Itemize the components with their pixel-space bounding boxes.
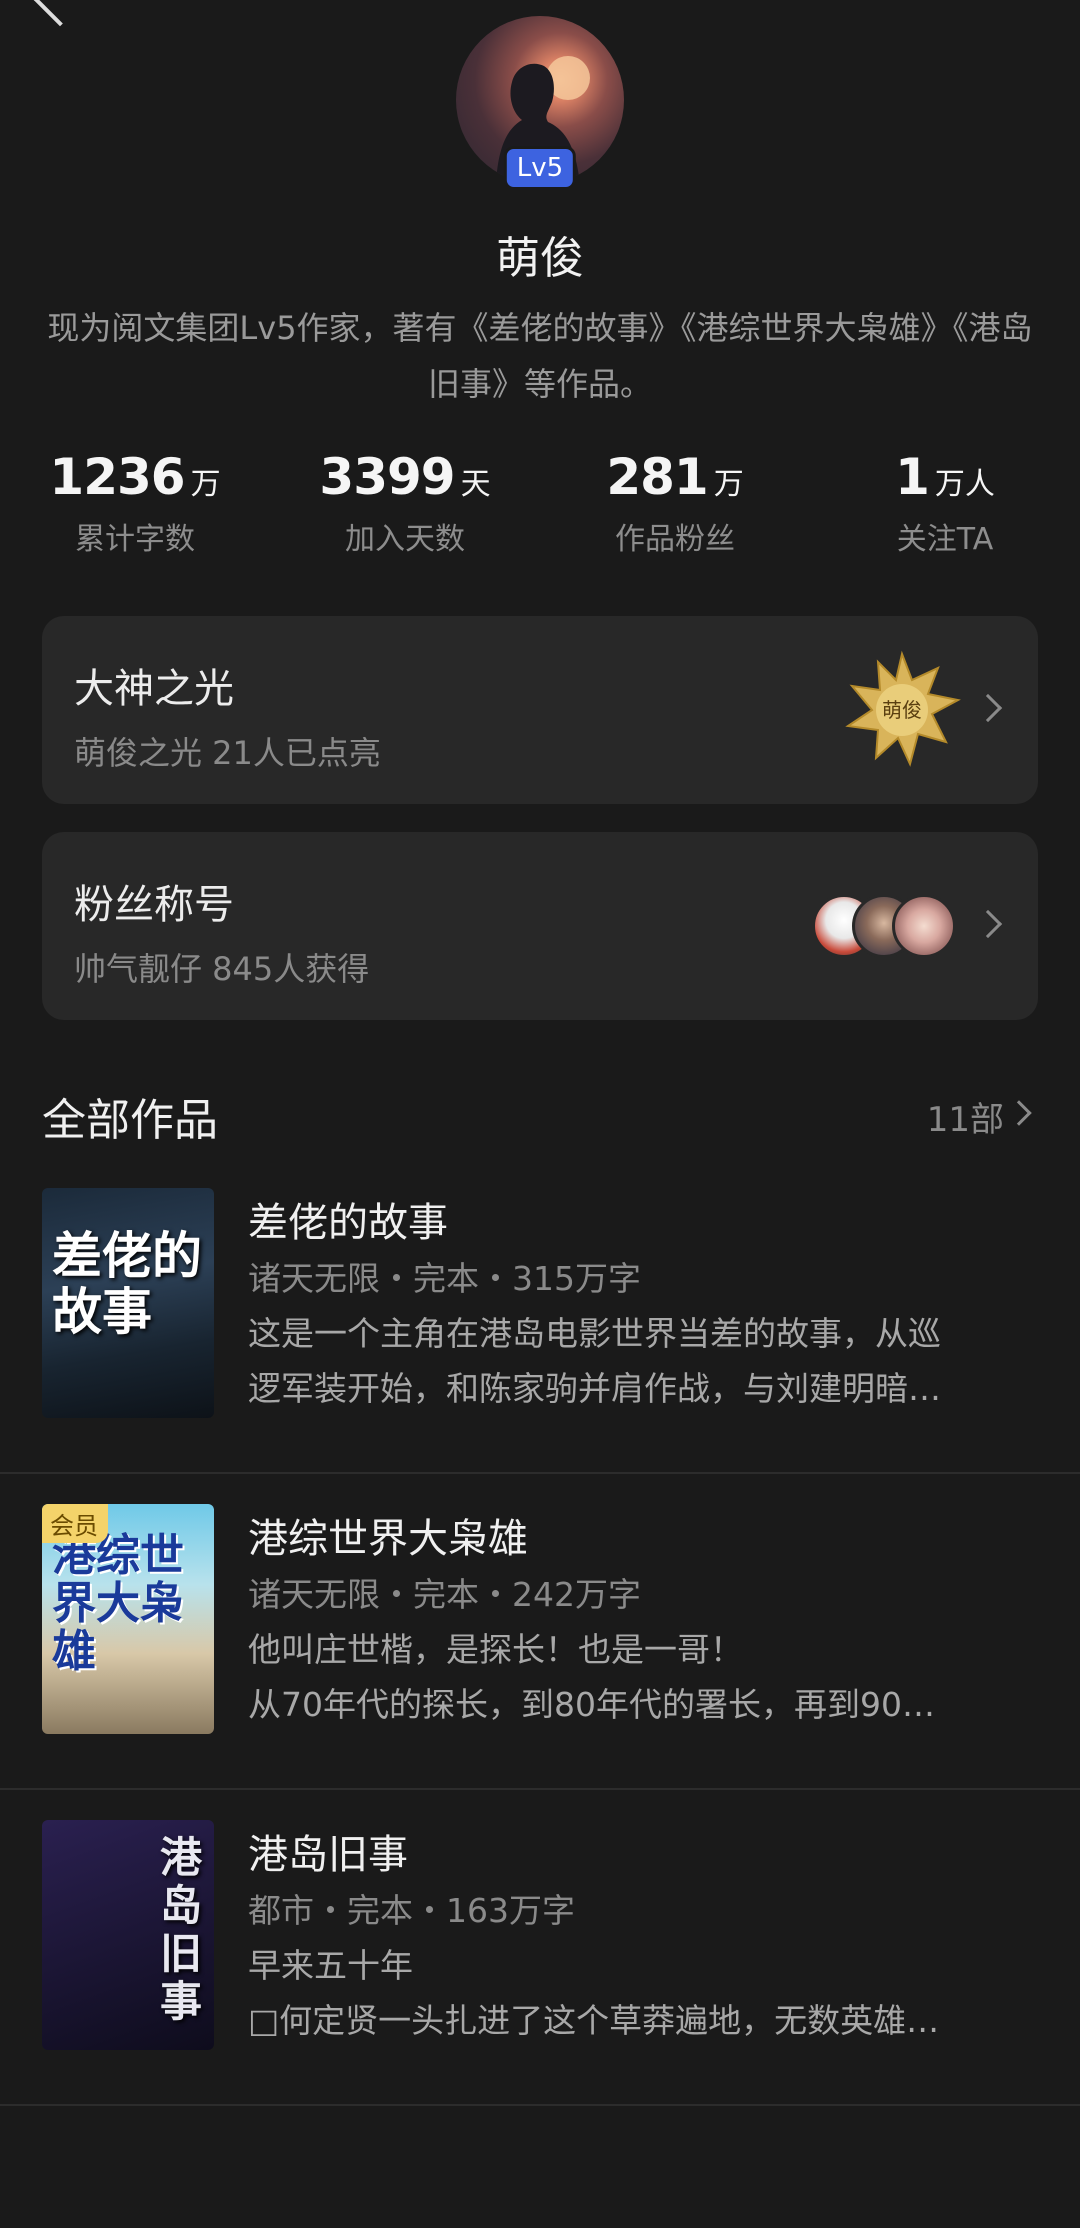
- book-cover[interactable]: 差佬的故事: [42, 1188, 214, 1418]
- cover-title: 差佬的故事: [52, 1227, 202, 1341]
- book-meta: 诸天无限・完本・242万字: [248, 1575, 641, 1614]
- fan-avatars: [812, 894, 956, 958]
- book-description: 早来五十年 □何定贤一头扎进了这个草莽遍地，无数英雄…: [248, 1938, 1028, 2048]
- book-item[interactable]: 港综世界大枭雄 会员 港综世界大枭雄 诸天无限・完本・242万字 他叫庄世楷，是…: [0, 1474, 1080, 1790]
- stat-value: 3399: [319, 448, 455, 506]
- chevron-right-icon: [973, 693, 1003, 723]
- back-chevron-icon[interactable]: [31, 0, 89, 27]
- fan-title-card[interactable]: 粉丝称号 帅气靓仔 845人获得: [42, 832, 1038, 1020]
- stat-label: 加入天数: [345, 522, 465, 557]
- book-cover[interactable]: 港岛旧事: [42, 1820, 214, 2050]
- stat-followers[interactable]: 1 万人 关注TA: [810, 448, 1080, 558]
- book-meta: 诸天无限・完本・315万字: [248, 1259, 641, 1298]
- book-description: 这是一个主角在港岛电影世界当差的故事，从巡 逻军装开始，和陈家驹并肩作战，与刘建…: [248, 1306, 1028, 1416]
- chevron-right-icon: [973, 909, 1003, 939]
- card-title: 粉丝称号: [74, 882, 234, 928]
- book-title[interactable]: 差佬的故事: [248, 1190, 448, 1248]
- level-badge: Lv5: [503, 146, 577, 190]
- stat-unit: 天: [460, 467, 491, 502]
- medal-text: 萌俊: [882, 698, 922, 722]
- medal-icon: 萌俊: [842, 650, 962, 770]
- card-title: 大神之光: [74, 666, 234, 712]
- book-title[interactable]: 港综世界大枭雄: [248, 1506, 528, 1564]
- fan-avatar: [892, 894, 956, 958]
- book-item[interactable]: 港岛旧事 港岛旧事 都市・完本・163万字 早来五十年 □何定贤一头扎进了这个草…: [0, 1790, 1080, 2106]
- author-avatar-container: Lv5: [456, 16, 624, 190]
- stat-days-joined: 3399 天 加入天数: [270, 448, 540, 558]
- chevron-right-icon[interactable]: [1006, 1100, 1032, 1126]
- great-god-light-card[interactable]: 大神之光 萌俊之光 21人已点亮 萌俊: [42, 616, 1038, 804]
- cover-title: 港岛旧事: [160, 1833, 203, 2026]
- card-subtitle: 萌俊之光 21人已点亮: [74, 734, 381, 772]
- author-stats: 1236 万 累计字数 3399 天 加入天数 281 万 作品粉丝 1 万人 关注TA: [0, 448, 1080, 558]
- stat-total-words: 1236 万 累计字数: [0, 448, 270, 558]
- vip-tag: 会员: [42, 1504, 108, 1543]
- stat-value: 1236: [49, 448, 185, 506]
- book-desc-line: □何定贤一头扎进了这个草莽遍地，无数英雄…: [248, 2001, 940, 2040]
- book-desc-line: 早来五十年: [248, 1946, 413, 1985]
- stat-label: 关注TA: [896, 522, 994, 557]
- works-count-link[interactable]: 11部: [927, 1092, 1004, 1141]
- stat-label: 作品粉丝: [615, 522, 735, 557]
- stat-label: 累计字数: [75, 522, 195, 557]
- cover-title: 港综世界大枭雄: [52, 1530, 184, 1677]
- stat-value: 281: [606, 448, 708, 506]
- book-cover[interactable]: 港综世界大枭雄 会员: [42, 1504, 214, 1734]
- stat-unit: 万: [190, 467, 221, 502]
- book-description: 他叫庄世楷，是探长！也是一哥！ 从70年代的探长，到80年代的署长，再到90…: [248, 1622, 1028, 1732]
- author-bio: 现为阅文集团Lv5作家，著有《差佬的故事》《港综世界大枭雄》《港岛旧事》等作品。: [47, 309, 1033, 403]
- book-desc-line: 逻军装开始，和陈家驹并肩作战，与刘建明暗…: [248, 1369, 941, 1408]
- book-item[interactable]: 差佬的故事 差佬的故事 诸天无限・完本・315万字 这是一个主角在港岛电影世界当…: [0, 1158, 1080, 1474]
- author-name: 萌俊: [496, 233, 584, 284]
- works-section-title: 全部作品: [42, 1095, 218, 1146]
- stat-value: 1: [895, 448, 930, 506]
- book-title[interactable]: 港岛旧事: [248, 1822, 408, 1880]
- card-subtitle: 帅气靓仔 845人获得: [74, 950, 370, 988]
- book-desc-line: 这是一个主角在港岛电影世界当差的故事，从巡: [248, 1314, 941, 1353]
- book-desc-line: 从70年代的探长，到80年代的署长，再到90…: [248, 1685, 935, 1724]
- book-desc-line: 他叫庄世楷，是探长！也是一哥！: [248, 1630, 743, 1669]
- stat-fans: 281 万 作品粉丝: [540, 448, 810, 558]
- stat-unit: 万人: [934, 467, 995, 502]
- stat-unit: 万: [713, 467, 744, 502]
- book-meta: 都市・完本・163万字: [248, 1891, 575, 1930]
